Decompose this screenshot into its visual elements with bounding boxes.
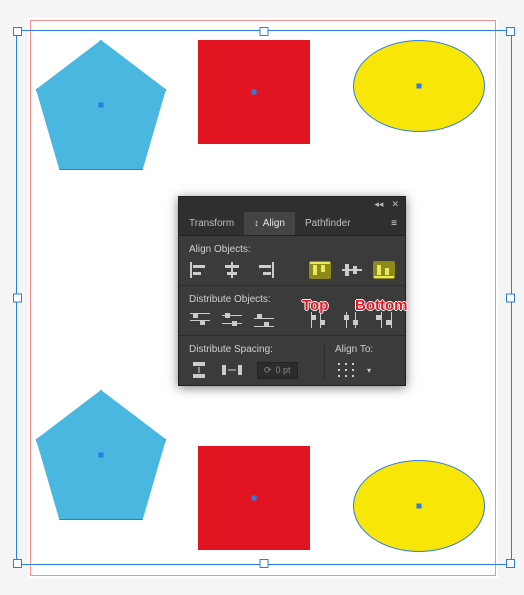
center-handle[interactable]	[252, 90, 257, 95]
section-distribute-objects: Distribute Objects:	[179, 286, 405, 336]
resize-handle-ne[interactable]	[506, 27, 515, 36]
center-handle[interactable]	[252, 496, 257, 501]
shape-square-top[interactable]	[198, 40, 310, 144]
close-icon[interactable]: ✕	[391, 199, 399, 210]
spacing-input[interactable]: ⟳ 0 pt	[257, 362, 298, 379]
resize-handle-sw[interactable]	[13, 559, 22, 568]
panel-tabs: Transform Align Pathfinder ≡	[179, 212, 405, 236]
shape-pentagon-bottom[interactable]	[36, 390, 166, 520]
tab-align[interactable]: Align	[244, 212, 295, 235]
align-vcenter-icon[interactable]	[341, 261, 363, 279]
center-handle[interactable]	[99, 453, 104, 458]
section-bottom: Distribute Spacing: ⟳ 0 pt Align To:	[179, 336, 405, 385]
align-left-icon[interactable]	[189, 261, 211, 279]
resize-handle-w[interactable]	[13, 293, 22, 302]
label-distribute-objects: Distribute Objects:	[189, 294, 395, 305]
align-bottom-icon[interactable]	[373, 261, 395, 279]
tab-pathfinder[interactable]: Pathfinder	[295, 212, 361, 235]
shape-square-bottom[interactable]	[198, 446, 310, 550]
label-align-to: Align To:	[335, 344, 395, 355]
distribute-left-icon[interactable]	[309, 311, 331, 329]
align-hcenter-icon[interactable]	[221, 261, 243, 279]
label-align-objects: Align Objects:	[189, 244, 395, 255]
dropdown-icon[interactable]: ▾	[367, 366, 371, 375]
resize-handle-se[interactable]	[506, 559, 515, 568]
resize-handle-e[interactable]	[506, 293, 515, 302]
panel-titlebar: ◂◂ ✕	[179, 197, 405, 212]
shape-ellipse-bottom[interactable]	[353, 460, 485, 552]
center-handle[interactable]	[417, 84, 422, 89]
tab-transform[interactable]: Transform	[179, 212, 244, 235]
align-panel[interactable]: ◂◂ ✕ Transform Align Pathfinder ≡ Align …	[178, 196, 406, 386]
align-to-selection-icon[interactable]	[335, 361, 357, 379]
shape-ellipse-top[interactable]	[353, 40, 485, 132]
distribute-vcenter-icon[interactable]	[221, 311, 243, 329]
spacing-value: 0 pt	[276, 365, 291, 375]
distribute-top-icon[interactable]	[189, 311, 211, 329]
distribute-vspacing-icon[interactable]	[189, 361, 211, 379]
panel-menu-icon[interactable]: ≡	[383, 214, 405, 233]
collapse-icon[interactable]: ◂◂	[374, 199, 383, 210]
align-right-icon[interactable]	[253, 261, 275, 279]
section-align-objects: Align Objects:	[179, 236, 405, 286]
distribute-bottom-icon[interactable]	[253, 311, 275, 329]
shape-pentagon-top[interactable]	[36, 40, 166, 170]
distribute-hcenter-icon[interactable]	[341, 311, 363, 329]
distribute-hspacing-icon[interactable]	[221, 361, 243, 379]
label-distribute-spacing: Distribute Spacing:	[189, 344, 314, 355]
resize-handle-nw[interactable]	[13, 27, 22, 36]
align-top-icon[interactable]	[309, 261, 331, 279]
center-handle[interactable]	[417, 504, 422, 509]
center-handle[interactable]	[99, 103, 104, 108]
distribute-right-icon[interactable]	[373, 311, 395, 329]
